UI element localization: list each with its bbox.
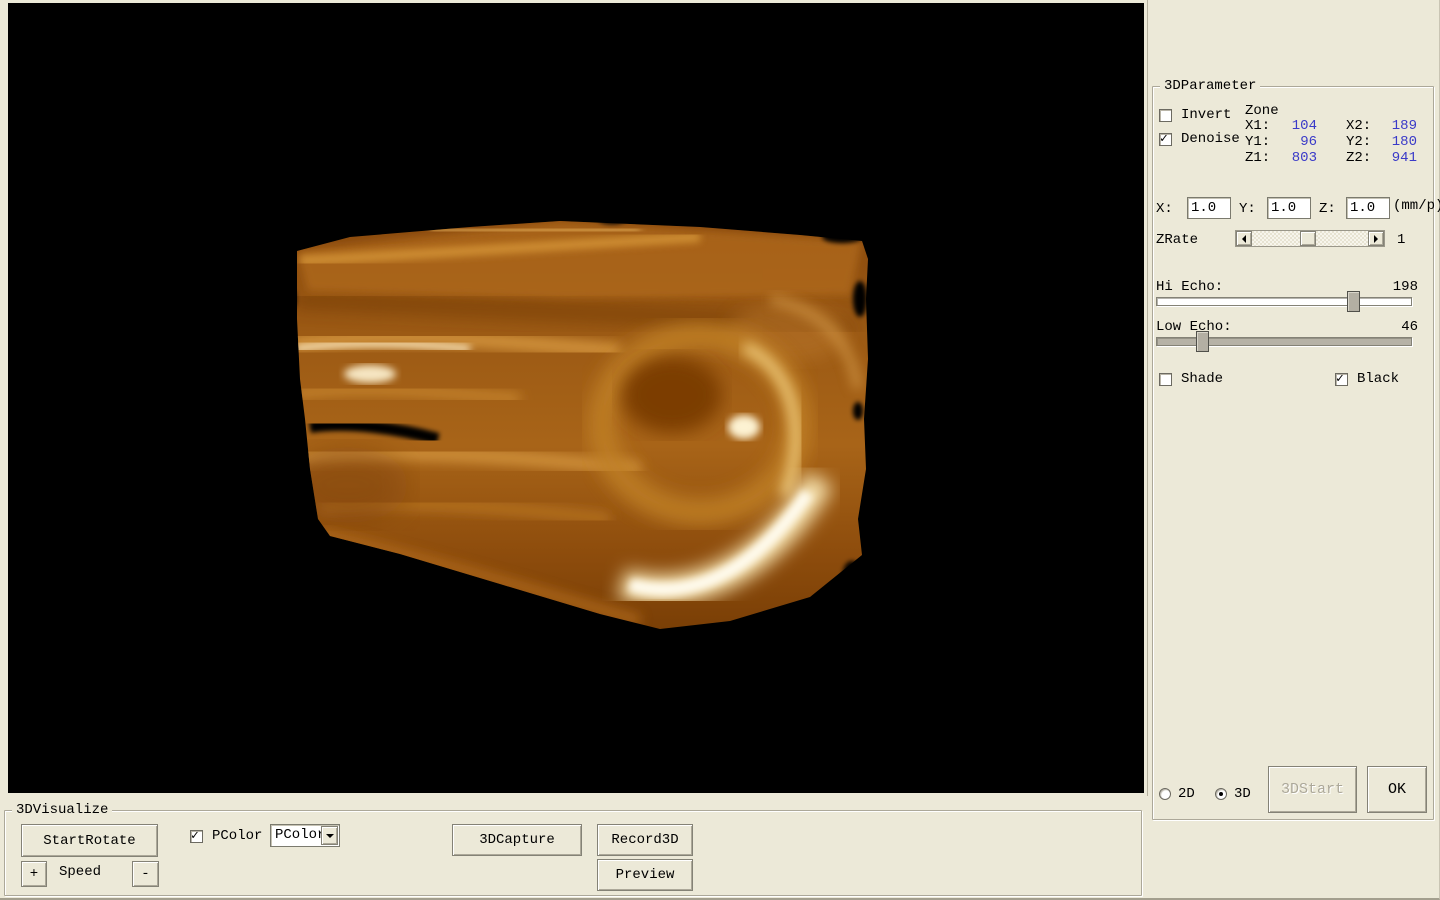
speed-label: Speed xyxy=(59,864,101,880)
mode-2d-label: 2D xyxy=(1178,786,1195,802)
hi-echo-value: 198 xyxy=(1378,279,1418,295)
start3d-button[interactable]: 3DStart xyxy=(1268,766,1357,813)
shade-label: Shade xyxy=(1181,371,1223,387)
scale-x-label: X: xyxy=(1156,201,1173,217)
zrate-label: ZRate xyxy=(1156,232,1198,248)
zone-z2-value: 941 xyxy=(1375,150,1417,166)
hi-echo-thumb[interactable] xyxy=(1347,291,1360,312)
scale-z-label: Z: xyxy=(1319,201,1336,217)
pcolor-dropdown-value: PColor xyxy=(275,827,325,843)
low-echo-slider[interactable] xyxy=(1156,337,1412,346)
scale-y-label: Y: xyxy=(1239,201,1256,217)
panel-divider xyxy=(1147,0,1148,796)
ok-button[interactable]: OK xyxy=(1367,766,1427,813)
zrate-left-arrow-icon[interactable] xyxy=(1236,231,1252,246)
record-3d-button[interactable]: Record3D xyxy=(597,824,693,856)
zone-z1-value: 803 xyxy=(1275,150,1317,166)
shade-checkbox[interactable] xyxy=(1159,373,1172,386)
app-window: 3DParameter Invert Denoise Zone X1: 104 … xyxy=(0,0,1440,900)
parameter-group-title: 3DParameter xyxy=(1160,78,1260,94)
pcolor-checkbox[interactable] xyxy=(190,830,203,843)
zone-z2-label: Z2: xyxy=(1346,150,1371,166)
mode-2d-radio[interactable] xyxy=(1159,788,1171,800)
pcolor-label: PColor xyxy=(212,828,262,844)
zrate-scrollbar[interactable] xyxy=(1235,230,1385,247)
low-echo-label: Low Echo: xyxy=(1156,319,1232,335)
zone-z1-label: Z1: xyxy=(1245,150,1270,166)
zone-y2-label: Y2: xyxy=(1346,134,1371,150)
speed-plus-button[interactable]: + xyxy=(21,861,47,887)
denoise-checkbox[interactable] xyxy=(1159,133,1172,146)
zrate-value: 1 xyxy=(1397,232,1405,248)
speed-minus-button[interactable]: - xyxy=(132,861,159,887)
zone-x1-label: X1: xyxy=(1245,118,1270,134)
visualize-group-title: 3DVisualize xyxy=(12,802,112,818)
preview-button[interactable]: Preview xyxy=(597,859,693,891)
capture-3d-button[interactable]: 3DCapture xyxy=(452,824,582,856)
scale-x-input[interactable] xyxy=(1187,197,1231,219)
low-echo-value: 46 xyxy=(1378,319,1418,335)
hi-echo-label: Hi Echo: xyxy=(1156,279,1223,295)
visualize-group: 3DVisualize StartRotate + Speed - PColor… xyxy=(4,810,1142,896)
zrate-thumb[interactable] xyxy=(1300,231,1316,246)
pcolor-dropdown-arrow-icon[interactable] xyxy=(321,826,338,845)
start-rotate-button[interactable]: StartRotate xyxy=(21,824,158,857)
zone-y1-value: 96 xyxy=(1275,134,1317,150)
render-viewport[interactable] xyxy=(8,3,1144,793)
scale-z-input[interactable] xyxy=(1346,197,1390,219)
mode-3d-radio[interactable] xyxy=(1215,788,1227,800)
invert-checkbox[interactable] xyxy=(1159,109,1172,122)
pcolor-dropdown[interactable]: PColor xyxy=(270,824,340,847)
zone-y1-label: Y1: xyxy=(1245,134,1270,150)
scale-unit-label: (mm/p) xyxy=(1393,198,1440,214)
zone-x2-label: X2: xyxy=(1346,118,1371,134)
volume-render xyxy=(8,3,1144,793)
denoise-label: Denoise xyxy=(1181,131,1240,147)
black-label: Black xyxy=(1357,371,1399,387)
zrate-right-arrow-icon[interactable] xyxy=(1368,231,1384,246)
black-checkbox[interactable] xyxy=(1335,373,1348,386)
low-echo-thumb[interactable] xyxy=(1196,331,1209,352)
zone-title: Zone xyxy=(1245,103,1279,119)
parameter-group: 3DParameter Invert Denoise Zone X1: 104 … xyxy=(1152,86,1434,820)
zone-y2-value: 180 xyxy=(1375,134,1417,150)
zone-x2-value: 189 xyxy=(1375,118,1417,134)
scale-y-input[interactable] xyxy=(1267,197,1311,219)
zone-x1-value: 104 xyxy=(1275,118,1317,134)
mode-3d-label: 3D xyxy=(1234,786,1251,802)
invert-label: Invert xyxy=(1181,107,1231,123)
hi-echo-slider[interactable] xyxy=(1156,297,1412,306)
